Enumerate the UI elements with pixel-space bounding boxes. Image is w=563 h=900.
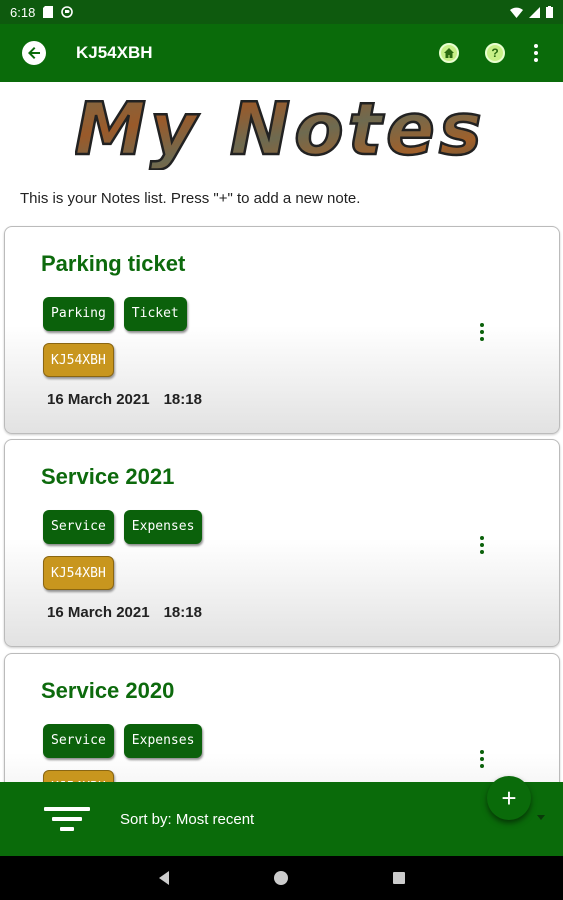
my-notes-logo: My Notes xyxy=(75,90,485,170)
note-title: Service 2021 xyxy=(41,464,175,489)
note-date-text: 16 March 2021 xyxy=(47,391,150,408)
note-date: 16 March 2021 18:18 xyxy=(47,391,202,408)
app-bar: KJ54XBH ? xyxy=(0,24,563,82)
home-icon xyxy=(444,48,454,58)
note-menu-button[interactable] xyxy=(477,323,487,341)
bottom-bar: Sort by: Most recent xyxy=(0,782,563,856)
note-tag: Service xyxy=(43,724,114,758)
notes-list[interactable]: My Notes This is your Notes list. Press … xyxy=(0,82,563,782)
note-date-text: 16 March 2021 xyxy=(47,604,150,621)
question-mark-icon: ? xyxy=(491,46,499,60)
note-menu-button[interactable] xyxy=(477,536,487,554)
app-notification-icon xyxy=(61,6,74,18)
note-time: 18:18 xyxy=(163,391,202,408)
status-time: 6:18 xyxy=(10,4,36,20)
note-tag: Parking xyxy=(43,297,114,331)
vehicle-title: KJ54XBH xyxy=(76,43,153,62)
note-tag: Ticket xyxy=(123,297,187,331)
vehicle-tag: KJ54XBH xyxy=(43,343,114,377)
nav-recents-icon[interactable] xyxy=(392,872,405,884)
add-note-button[interactable]: + xyxy=(487,776,531,820)
sd-card-icon xyxy=(43,6,54,18)
intro-text: This is your Notes list. Press "+" to ad… xyxy=(20,190,361,207)
system-nav-bar xyxy=(0,856,563,900)
note-title: Service 2020 xyxy=(41,678,175,703)
note-tag: Expenses xyxy=(123,724,203,758)
nav-home-icon[interactable] xyxy=(273,871,288,885)
note-tag: Expenses xyxy=(123,510,203,544)
back-button[interactable] xyxy=(22,41,46,65)
nav-back-icon[interactable] xyxy=(158,871,169,885)
note-date: 16 March 2021 18:18 xyxy=(47,604,202,621)
note-menu-button[interactable] xyxy=(477,750,487,768)
sort-dropdown[interactable]: Sort by: Most recent xyxy=(120,811,254,828)
signal-icon xyxy=(529,6,540,18)
note-time: 18:18 xyxy=(163,604,202,621)
wifi-icon xyxy=(510,7,523,18)
note-card[interactable]: Service 2021 Service Expenses KJ54XBH 16… xyxy=(4,439,560,647)
help-button[interactable]: ? xyxy=(485,43,505,63)
overflow-menu-button[interactable] xyxy=(531,44,541,62)
dropdown-arrow-icon xyxy=(537,815,545,820)
status-bar: 6:18 xyxy=(0,0,563,24)
note-card[interactable]: Parking ticket Parking Ticket KJ54XBH 16… xyxy=(4,226,560,434)
vehicle-tag: KJ54XBH xyxy=(43,770,114,782)
home-button[interactable] xyxy=(439,43,459,63)
note-tag: Service xyxy=(43,510,114,544)
note-card[interactable]: Service 2020 Service Expenses KJ54XBH xyxy=(4,653,560,782)
filter-icon[interactable] xyxy=(44,807,90,831)
battery-icon xyxy=(546,6,553,18)
svg-text:My Notes: My Notes xyxy=(75,90,485,170)
arrow-left-icon xyxy=(28,47,40,59)
note-title: Parking ticket xyxy=(41,251,186,276)
vehicle-tag: KJ54XBH xyxy=(43,556,114,590)
